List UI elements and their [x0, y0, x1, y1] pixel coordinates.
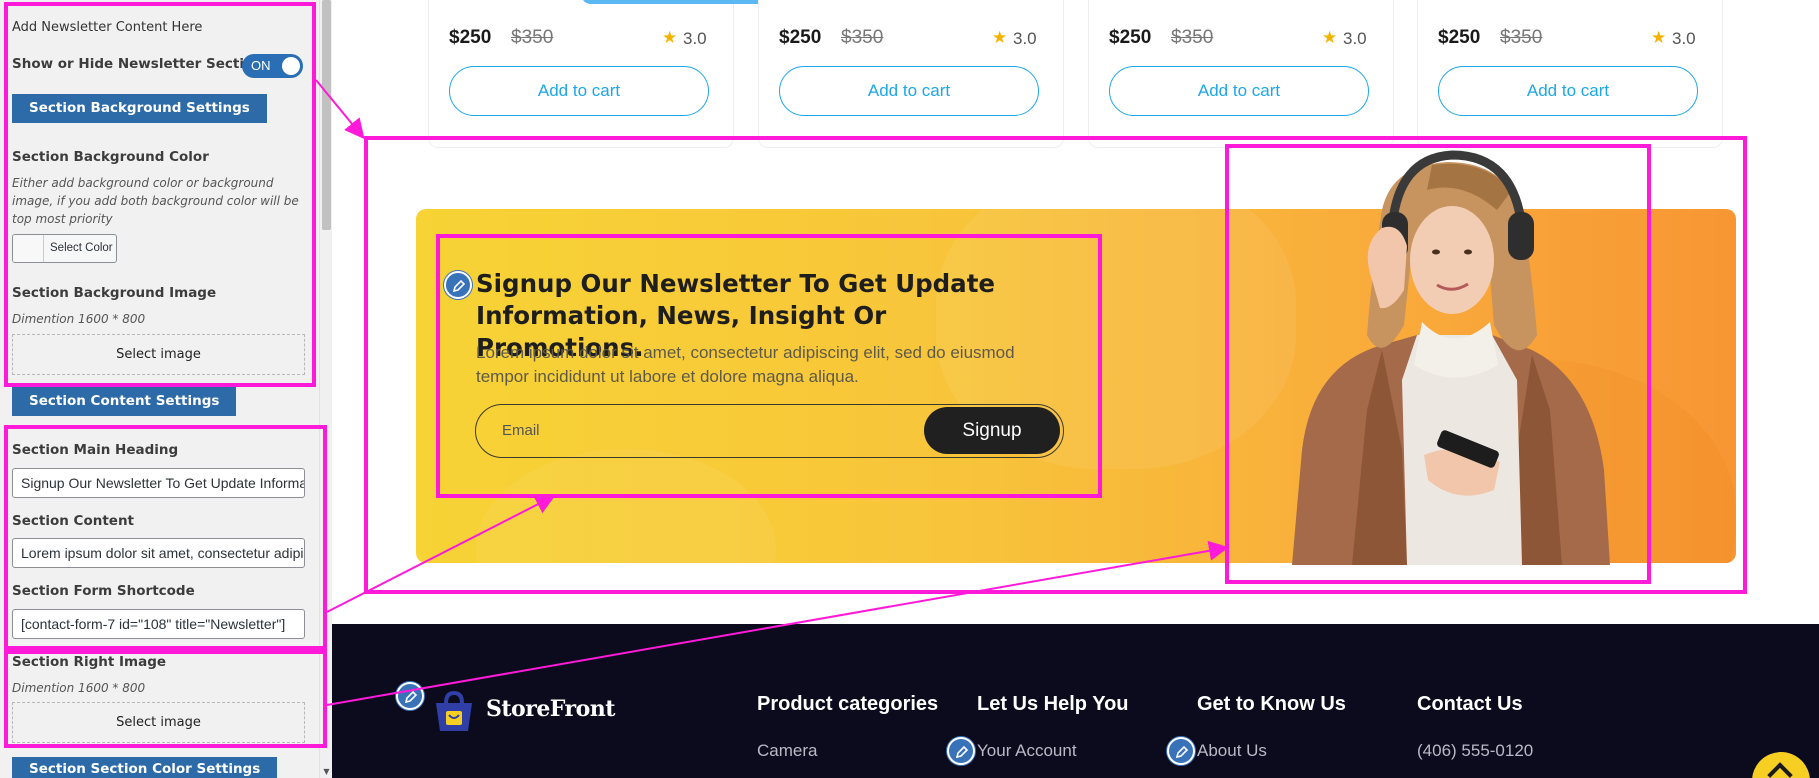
main-heading-input[interactable]: Signup Our Newsletter To Get Update Info… [12, 468, 305, 498]
product-price: $250 [449, 27, 492, 48]
product-old-price: $350 [1500, 27, 1543, 48]
bg-image-dimension: Dimention 1600 * 800 [12, 312, 146, 326]
main-heading-label: Section Main Heading [12, 442, 179, 458]
product-rating: 3.0 [1343, 29, 1367, 48]
color-settings-button[interactable]: Section Section Color Settings [12, 757, 278, 778]
newsletter-content: Lorem ipsum dolor sit amet, consectetur … [476, 343, 1015, 386]
signup-button[interactable]: Signup [924, 407, 1060, 454]
newsletter-right-image [1292, 150, 1610, 565]
footer-column-title: Get to Know Us [1197, 693, 1346, 715]
footer-column-title: Let Us Help You [977, 693, 1129, 715]
footer-link[interactable]: About Us [1197, 741, 1267, 761]
storefront-logo-icon[interactable] [432, 689, 476, 733]
color-swatch [13, 235, 44, 262]
product-card: $250 $350 ★ 3.0 Add to cart [1088, 0, 1394, 148]
product-old-price: $350 [1171, 27, 1214, 48]
background-settings-button[interactable]: Section Background Settings [12, 94, 267, 123]
star-icon: ★ [1322, 28, 1338, 48]
site-footer: StoreFront Product categories Camera Let… [332, 624, 1819, 778]
select-color-button[interactable]: Select Color [12, 234, 117, 263]
banner-decoration [476, 449, 776, 563]
product-price: $250 [779, 27, 822, 48]
toggle-state-label: ON [251, 58, 271, 73]
product-rating: 3.0 [1013, 29, 1037, 48]
show-hide-label: Show or Hide Newsletter Section [12, 56, 263, 72]
shortcode-input[interactable]: [contact-form-7 id="108" title="Newslett… [12, 609, 305, 639]
content-label: Section Content [12, 513, 135, 529]
select-bg-image-button[interactable]: Select image [12, 334, 305, 375]
add-to-cart-button[interactable]: Add to cart [449, 66, 709, 116]
product-old-price: $350 [841, 27, 884, 48]
scroll-to-top-button[interactable] [1752, 752, 1810, 778]
show-hide-toggle[interactable]: ON [242, 54, 303, 78]
select-right-image-button[interactable]: Select image [12, 702, 305, 743]
toggle-knob [282, 57, 300, 75]
bg-color-description: Either add background color or backgroun… [12, 176, 299, 226]
content-input[interactable]: Lorem ipsum dolor sit amet, consectetur … [12, 538, 305, 568]
edit-pencil-icon[interactable] [444, 271, 472, 299]
footer-link[interactable]: Camera [757, 741, 817, 761]
bg-image-label: Section Background Image [12, 285, 217, 301]
product-card: $250 $350 ★ 3.0 Add to cart [1417, 0, 1723, 148]
star-icon: ★ [1651, 28, 1667, 48]
edit-pencil-icon[interactable] [396, 682, 424, 710]
scrollbar-thumb[interactable] [322, 0, 331, 230]
right-image-dimension: Dimention 1600 * 800 [12, 681, 146, 695]
add-to-cart-button[interactable]: Add to cart [1109, 66, 1369, 116]
footer-link[interactable]: Your Account [977, 741, 1077, 761]
product-price: $250 [1438, 27, 1481, 48]
footer-column-title: Contact Us [1417, 693, 1523, 715]
chevron-up-icon [1767, 762, 1793, 778]
product-price: $250 [1109, 27, 1152, 48]
storefront-logo-text[interactable]: StoreFront [486, 696, 615, 722]
product-card: $250 $350 ★ 3.0 Add to cart [758, 0, 1064, 148]
select-color-label: Select Color [50, 242, 113, 254]
scroll-down-arrow-icon[interactable]: ▼ [322, 767, 331, 776]
edit-pencil-icon[interactable] [1167, 737, 1195, 765]
add-to-cart-button[interactable]: Add to cart [1438, 66, 1698, 116]
add-content-text: Add Newsletter Content Here [12, 20, 203, 35]
star-icon: ★ [662, 28, 678, 48]
customizer-panel: Add Newsletter Content Here Show or Hide… [0, 0, 332, 778]
product-old-price: $350 [511, 27, 554, 48]
product-rating: 3.0 [683, 29, 707, 48]
footer-column-title: Product categories [757, 693, 939, 715]
newsletter-form: Email Signup [475, 404, 1064, 458]
star-icon: ★ [992, 28, 1008, 48]
shortcode-label: Section Form Shortcode [12, 583, 195, 599]
edit-pencil-icon[interactable] [947, 737, 975, 765]
right-image-label: Section Right Image [12, 654, 167, 670]
newsletter-email-input[interactable]: Email [502, 405, 902, 456]
content-settings-button[interactable]: Section Content Settings [12, 387, 237, 416]
bg-color-label: Section Background Color [12, 149, 209, 165]
product-card: $250 $350 ★ 3.0 Add to cart [428, 0, 893, 148]
add-to-cart-button[interactable]: Add to cart [779, 66, 1039, 116]
panel-scrollbar[interactable]: ▼ [319, 0, 332, 778]
product-rating: 3.0 [1672, 29, 1696, 48]
footer-contact-phone[interactable]: (406) 555-0120 [1417, 741, 1533, 761]
site-preview: $250 $350 ★ 3.0 Add to cart $250 $350 ★ … [332, 0, 1819, 778]
